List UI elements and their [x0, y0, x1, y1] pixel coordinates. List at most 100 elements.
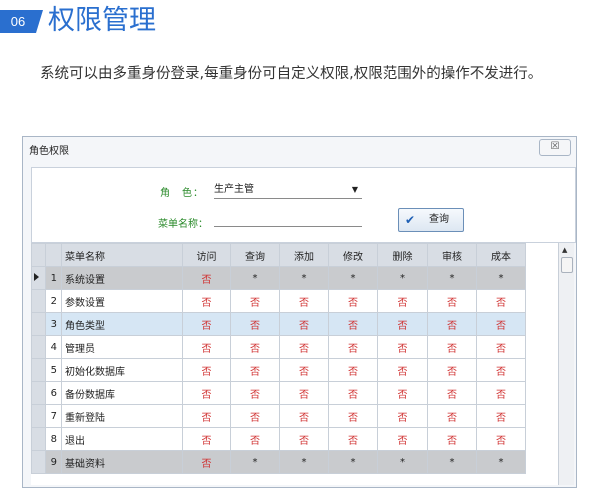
row-indicator[interactable] — [31, 404, 46, 428]
permission-cell[interactable]: * — [427, 266, 477, 290]
table-row[interactable]: 4 管理员否否否否否否否 — [31, 335, 526, 359]
permission-cell[interactable]: * — [476, 450, 526, 474]
menu-name-cell[interactable]: 系统设置 — [61, 266, 183, 290]
menu-name-input[interactable] — [214, 210, 362, 227]
scroll-up-icon[interactable]: ▲ — [562, 246, 567, 254]
permission-cell[interactable]: 否 — [182, 312, 231, 336]
close-button[interactable]: ☒ — [539, 139, 571, 156]
query-button[interactable]: ✔ 查询 — [398, 208, 464, 232]
menu-name-cell[interactable]: 初始化数据库 — [61, 358, 183, 382]
permission-cell[interactable]: 否 — [279, 289, 329, 313]
permission-cell[interactable]: 否 — [476, 335, 526, 359]
permission-cell[interactable]: 否 — [377, 427, 428, 451]
permission-cell[interactable]: 否 — [279, 381, 329, 405]
permission-cell[interactable]: 否 — [230, 289, 280, 313]
scroll-thumb[interactable] — [561, 257, 573, 273]
permission-cell[interactable]: 否 — [230, 358, 280, 382]
permission-cell[interactable]: 否 — [230, 381, 280, 405]
menu-name-cell[interactable]: 基础资料 — [61, 450, 183, 474]
row-indicator[interactable] — [31, 450, 46, 474]
permission-cell[interactable]: 否 — [377, 289, 428, 313]
row-indicator[interactable] — [31, 427, 46, 451]
row-indicator[interactable] — [31, 335, 46, 359]
permission-cell[interactable]: 否 — [476, 358, 526, 382]
permission-cell[interactable]: 否 — [377, 358, 428, 382]
permission-cell[interactable]: 否 — [328, 381, 378, 405]
menu-name-cell[interactable]: 管理员 — [61, 335, 183, 359]
permission-cell[interactable]: 否 — [182, 404, 231, 428]
permission-cell[interactable]: 否 — [328, 289, 378, 313]
menu-name-cell[interactable]: 备份数据库 — [61, 381, 183, 405]
permission-cell[interactable]: 否 — [377, 335, 428, 359]
permission-cell[interactable]: 否 — [427, 381, 477, 405]
permission-cell[interactable]: 否 — [279, 312, 329, 336]
table-row[interactable]: 5 初始化数据库否否否否否否否 — [31, 358, 526, 382]
permission-cell[interactable]: 否 — [230, 312, 280, 336]
permission-cell[interactable]: 否 — [328, 312, 378, 336]
permission-cell[interactable]: 否 — [427, 335, 477, 359]
permission-cell[interactable]: 否 — [377, 404, 428, 428]
table-row[interactable]: 1 系统设置否 * * * * * * — [31, 266, 526, 290]
permission-cell[interactable]: * — [377, 450, 428, 474]
permission-cell[interactable]: 否 — [377, 312, 428, 336]
table-row[interactable]: 9 基础资料否 * * * * * * — [31, 450, 526, 474]
permission-cell[interactable]: 否 — [427, 427, 477, 451]
column-header[interactable]: 查询 — [230, 243, 280, 267]
menu-name-cell[interactable]: 角色类型 — [61, 312, 183, 336]
row-indicator[interactable] — [31, 358, 46, 382]
permission-cell[interactable]: 否 — [279, 335, 329, 359]
column-header[interactable]: 访问 — [182, 243, 231, 267]
permission-cell[interactable]: * — [476, 266, 526, 290]
permission-cell[interactable]: 否 — [427, 358, 477, 382]
row-indicator[interactable] — [31, 266, 46, 290]
column-header[interactable]: 修改 — [328, 243, 378, 267]
row-indicator[interactable] — [31, 381, 46, 405]
permission-cell[interactable]: 否 — [279, 404, 329, 428]
permission-cell[interactable]: 否 — [230, 335, 280, 359]
vertical-scrollbar[interactable]: ▲ — [558, 243, 574, 485]
permission-cell[interactable]: 否 — [328, 404, 378, 428]
permission-cell[interactable]: 否 — [427, 404, 477, 428]
permission-cell[interactable]: * — [279, 450, 329, 474]
permission-cell[interactable]: 否 — [182, 427, 231, 451]
permission-cell[interactable]: 否 — [230, 404, 280, 428]
table-row[interactable]: 8 退出否否否否否否否 — [31, 427, 526, 451]
permission-cell[interactable]: 否 — [476, 312, 526, 336]
permission-cell[interactable]: 否 — [182, 358, 231, 382]
permission-cell[interactable]: 否 — [182, 266, 231, 290]
menu-name-cell[interactable]: 参数设置 — [61, 289, 183, 313]
permission-cell[interactable]: * — [377, 266, 428, 290]
permission-cell[interactable]: 否 — [230, 427, 280, 451]
permission-cell[interactable]: 否 — [182, 289, 231, 313]
permission-cell[interactable]: 否 — [328, 427, 378, 451]
permission-cell[interactable]: * — [427, 450, 477, 474]
menu-name-cell[interactable]: 退出 — [61, 427, 183, 451]
permission-cell[interactable]: 否 — [328, 358, 378, 382]
permission-cell[interactable]: 否 — [427, 289, 477, 313]
table-row[interactable]: 7 重新登陆否否否否否否否 — [31, 404, 526, 428]
table-row[interactable]: 2 参数设置否否否否否否否 — [31, 289, 526, 313]
permission-cell[interactable]: 否 — [182, 381, 231, 405]
permission-cell[interactable]: * — [279, 266, 329, 290]
permission-cell[interactable]: * — [230, 450, 280, 474]
permission-cell[interactable]: 否 — [279, 427, 329, 451]
table-row[interactable]: 6 备份数据库否否否否否否否 — [31, 381, 526, 405]
row-indicator[interactable] — [31, 312, 46, 336]
permission-cell[interactable]: 否 — [279, 358, 329, 382]
permission-cell[interactable]: 否 — [182, 450, 231, 474]
permission-cell[interactable]: 否 — [476, 381, 526, 405]
column-header[interactable]: 成本 — [476, 243, 526, 267]
permission-cell[interactable]: * — [328, 450, 378, 474]
permission-cell[interactable]: * — [328, 266, 378, 290]
permission-cell[interactable]: 否 — [476, 404, 526, 428]
permission-cell[interactable]: * — [230, 266, 280, 290]
permission-cell[interactable]: 否 — [182, 335, 231, 359]
menu-name-cell[interactable]: 重新登陆 — [61, 404, 183, 428]
permission-cell[interactable]: 否 — [427, 312, 477, 336]
permission-cell[interactable]: 否 — [476, 427, 526, 451]
table-row[interactable]: 3 角色类型否否否否否否否 — [31, 312, 526, 336]
permission-cell[interactable]: 否 — [476, 289, 526, 313]
role-select[interactable]: 生产主管 ▼ — [214, 182, 362, 199]
column-header[interactable]: 菜单名称 — [61, 243, 183, 267]
permission-cell[interactable]: 否 — [328, 335, 378, 359]
